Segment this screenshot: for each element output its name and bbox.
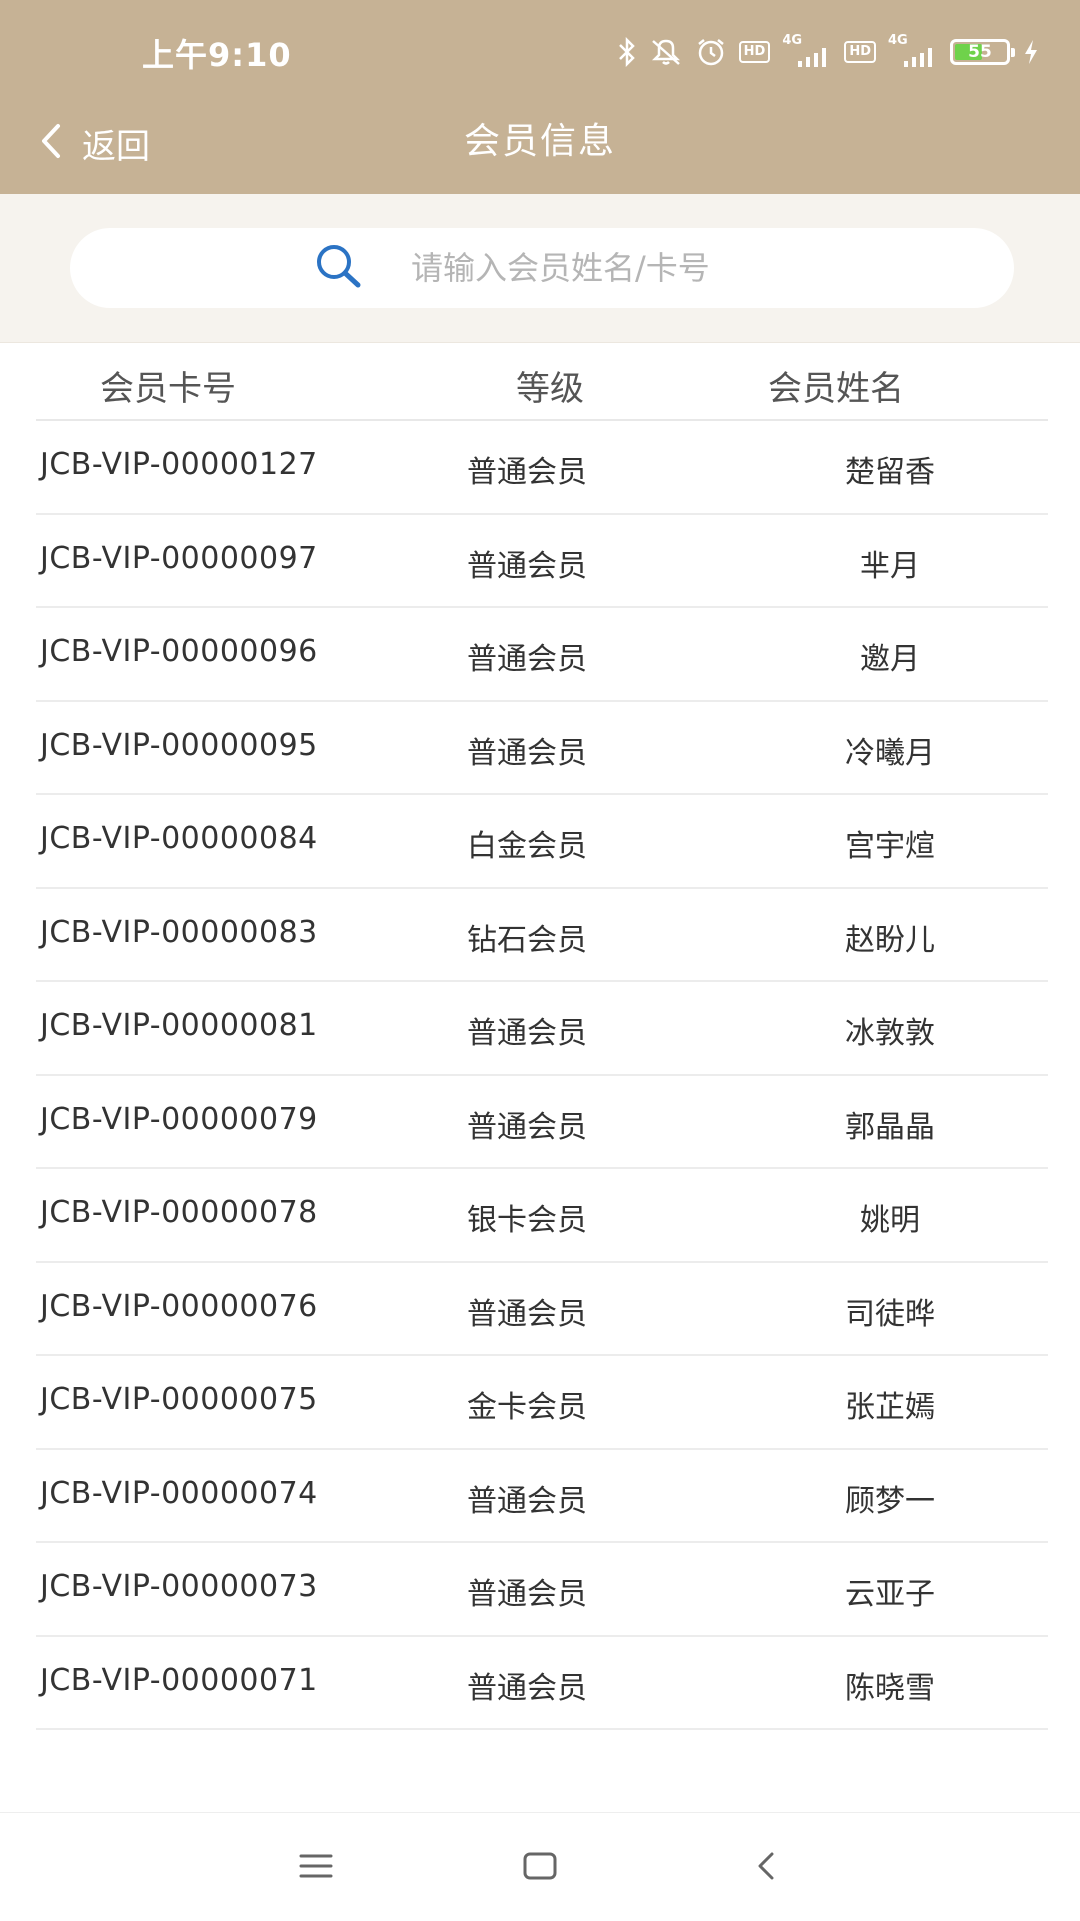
card-number-cell: JCB-VIP-00000095 bbox=[40, 727, 318, 763]
table-row[interactable]: JCB-VIP-00000097 普通会员 芈月 bbox=[36, 515, 1048, 608]
card-number-cell: JCB-VIP-00000074 bbox=[40, 1475, 318, 1511]
table-row[interactable]: JCB-VIP-00000081 普通会员 冰敦敦 bbox=[36, 982, 1048, 1076]
member-name-cell: 邀月 bbox=[860, 642, 920, 677]
battery-icon: 55 bbox=[950, 39, 1015, 65]
search-box[interactable] bbox=[70, 228, 1014, 308]
hd-badge: HD bbox=[738, 41, 771, 63]
card-number-cell: JCB-VIP-00000081 bbox=[40, 1008, 318, 1043]
back-icon[interactable] bbox=[752, 1851, 782, 1885]
member-name-cell: 顾梦一 bbox=[845, 1483, 935, 1519]
member-name-cell: 芈月 bbox=[860, 548, 920, 584]
search-area bbox=[0, 194, 1080, 343]
table-row[interactable]: JCB-VIP-00000084 白金会员 宫宇煊 bbox=[36, 795, 1048, 889]
member-name-cell: 司徒晔 bbox=[845, 1296, 935, 1332]
charging-icon bbox=[1022, 38, 1040, 66]
table-row[interactable]: JCB-VIP-00000127 普通会员 楚留香 bbox=[36, 421, 1048, 515]
level-cell: 普通会员 bbox=[467, 1483, 587, 1519]
card-number-cell: JCB-VIP-00000073 bbox=[40, 1569, 318, 1604]
table-row[interactable]: JCB-VIP-00000076 普通会员 司徒晔 bbox=[36, 1263, 1048, 1356]
level-cell: 普通会员 bbox=[467, 1577, 587, 1612]
level-cell: 普通会员 bbox=[467, 1016, 587, 1051]
card-number-cell: JCB-VIP-00000083 bbox=[40, 914, 318, 950]
page-title: 会员信息 bbox=[463, 121, 616, 162]
search-icon bbox=[313, 242, 365, 294]
table-row[interactable]: JCB-VIP-00000083 钻石会员 赵盼儿 bbox=[36, 889, 1048, 982]
nav-bar: 返回 会员信息 bbox=[0, 100, 1080, 194]
card-number-cell: JCB-VIP-00000127 bbox=[40, 447, 318, 482]
alarm-icon bbox=[695, 37, 727, 67]
card-number-cell: JCB-VIP-00000084 bbox=[40, 821, 318, 856]
member-name-cell: 郭晶晶 bbox=[845, 1109, 935, 1145]
member-name-cell: 云亚子 bbox=[845, 1577, 935, 1612]
home-icon[interactable] bbox=[522, 1851, 558, 1885]
4g-signal-icon: 4G bbox=[782, 33, 832, 67]
level-cell: 普通会员 bbox=[467, 642, 587, 677]
bluetooth-icon bbox=[617, 37, 637, 67]
status-bar: 上午9:10 HD 4G HD 4G 55 bbox=[0, 0, 1080, 100]
app-header: 上午9:10 HD 4G HD 4G 55 返回 会员信息 bbox=[0, 0, 1080, 194]
level-cell: 白金会员 bbox=[467, 829, 587, 864]
table-row[interactable]: JCB-VIP-00000078 银卡会员 姚明 bbox=[36, 1169, 1048, 1263]
table-row[interactable]: JCB-VIP-00000074 普通会员 顾梦一 bbox=[36, 1450, 1048, 1543]
member-name-cell: 冰敦敦 bbox=[845, 1016, 935, 1051]
member-name-cell: 冷曦月 bbox=[845, 735, 935, 771]
card-number-cell: JCB-VIP-00000075 bbox=[40, 1382, 318, 1417]
member-name-cell: 张芷嫣 bbox=[845, 1390, 935, 1425]
card-number-cell: JCB-VIP-00000096 bbox=[40, 634, 318, 669]
column-header-level: 等级 bbox=[516, 369, 584, 409]
battery-text: 55 bbox=[968, 42, 992, 62]
table-row[interactable]: JCB-VIP-00000096 普通会员 邀月 bbox=[36, 608, 1048, 702]
column-header-card-number: 会员卡号 bbox=[100, 369, 236, 409]
hd-badge-2: HD bbox=[844, 41, 876, 63]
level-cell: 普通会员 bbox=[467, 1670, 587, 1706]
table-row[interactable]: JCB-VIP-00000073 普通会员 云亚子 bbox=[36, 1543, 1048, 1637]
level-cell: 普通会员 bbox=[467, 1296, 587, 1332]
status-icons: HD 4G HD 4G 55 bbox=[617, 30, 1040, 74]
level-cell: 普通会员 bbox=[467, 1109, 587, 1145]
4g-signal-icon-2: 4G bbox=[888, 33, 938, 67]
level-cell: 普通会员 bbox=[467, 455, 587, 490]
card-number-cell: JCB-VIP-00000071 bbox=[40, 1662, 318, 1698]
member-name-cell: 陈晓雪 bbox=[845, 1670, 935, 1706]
card-number-cell: JCB-VIP-00000078 bbox=[40, 1195, 318, 1230]
level-cell: 金卡会员 bbox=[467, 1390, 587, 1425]
card-number-cell: JCB-VIP-00000076 bbox=[40, 1288, 318, 1324]
member-name-cell: 楚留香 bbox=[845, 455, 935, 490]
column-header-member-name: 会员姓名 bbox=[768, 369, 904, 409]
level-cell: 钻石会员 bbox=[467, 922, 587, 958]
level-cell: 普通会员 bbox=[467, 735, 587, 771]
member-name-cell: 姚明 bbox=[860, 1203, 920, 1238]
card-number-cell: JCB-VIP-00000079 bbox=[40, 1101, 318, 1137]
table-row[interactable]: JCB-VIP-00000095 普通会员 冷曦月 bbox=[36, 702, 1048, 795]
card-number-cell: JCB-VIP-00000097 bbox=[40, 540, 318, 576]
table-body: JCB-VIP-00000127 普通会员 楚留香 JCB-VIP-00000097… bbox=[36, 421, 1048, 1730]
member-table: 会员卡号 等级 会员姓名 JCB-VIP-00000127 普通会员 楚留香 JCB… bbox=[36, 343, 1048, 1730]
table-row[interactable]: JCB-VIP-00000071 普通会员 陈晓雪 bbox=[36, 1637, 1048, 1730]
table-header: 会员卡号 等级 会员姓名 bbox=[36, 343, 1048, 421]
member-name-cell: 赵盼儿 bbox=[845, 922, 935, 958]
level-cell: 普通会员 bbox=[467, 548, 587, 584]
table-row[interactable]: JCB-VIP-00000079 普通会员 郭晶晶 bbox=[36, 1076, 1048, 1169]
system-navigation-bar bbox=[0, 1812, 1080, 1921]
search-input[interactable] bbox=[411, 249, 771, 287]
level-cell: 银卡会员 bbox=[467, 1203, 587, 1238]
status-time: 上午9:10 bbox=[142, 36, 292, 74]
member-name-cell: 宫宇煊 bbox=[845, 829, 935, 864]
menu-icon[interactable] bbox=[298, 1851, 334, 1885]
mute-icon bbox=[649, 37, 683, 67]
table-row[interactable]: JCB-VIP-00000075 金卡会员 张芷嫣 bbox=[36, 1356, 1048, 1450]
